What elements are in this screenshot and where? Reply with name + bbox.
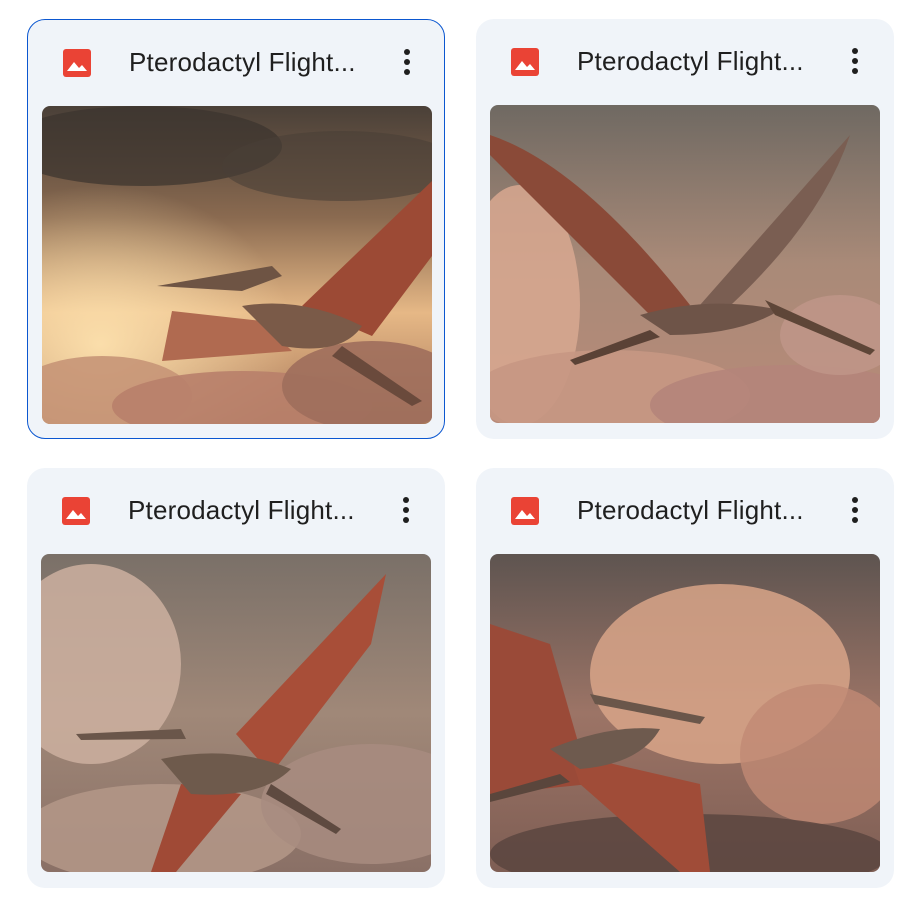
file-title: Pterodactyl Flight... — [577, 46, 804, 76]
file-card[interactable]: Pterodactyl Flight... — [476, 19, 894, 439]
image-file-icon — [511, 497, 539, 525]
image-file-icon — [511, 48, 539, 76]
pterodactyl-image — [41, 554, 431, 872]
more-vert-icon[interactable] — [391, 490, 421, 530]
more-vert-icon[interactable] — [392, 42, 422, 82]
image-thumbnail[interactable] — [42, 106, 432, 424]
more-vert-icon[interactable] — [840, 490, 870, 530]
file-card[interactable]: Pterodactyl Flight... — [27, 468, 445, 888]
image-thumbnail[interactable] — [41, 554, 431, 872]
more-vert-icon[interactable] — [840, 41, 870, 81]
file-card[interactable]: Pterodactyl Flight... — [476, 468, 894, 888]
image-thumbnail[interactable] — [490, 105, 880, 423]
pterodactyl-image — [42, 106, 432, 424]
file-card-header[interactable]: Pterodactyl Flight... — [28, 20, 444, 106]
file-title: Pterodactyl Flight... — [577, 495, 804, 525]
image-file-icon — [62, 497, 90, 525]
image-file-icon — [63, 49, 91, 77]
file-title: Pterodactyl Flight... — [129, 47, 356, 77]
file-card-header[interactable]: Pterodactyl Flight... — [27, 468, 445, 554]
pterodactyl-image — [490, 105, 880, 423]
file-card[interactable]: Pterodactyl Flight... — [27, 19, 445, 439]
image-thumbnail[interactable] — [490, 554, 880, 872]
file-card-header[interactable]: Pterodactyl Flight... — [476, 19, 894, 105]
file-title: Pterodactyl Flight... — [128, 495, 355, 525]
file-card-header[interactable]: Pterodactyl Flight... — [476, 468, 894, 554]
pterodactyl-image — [490, 554, 880, 872]
